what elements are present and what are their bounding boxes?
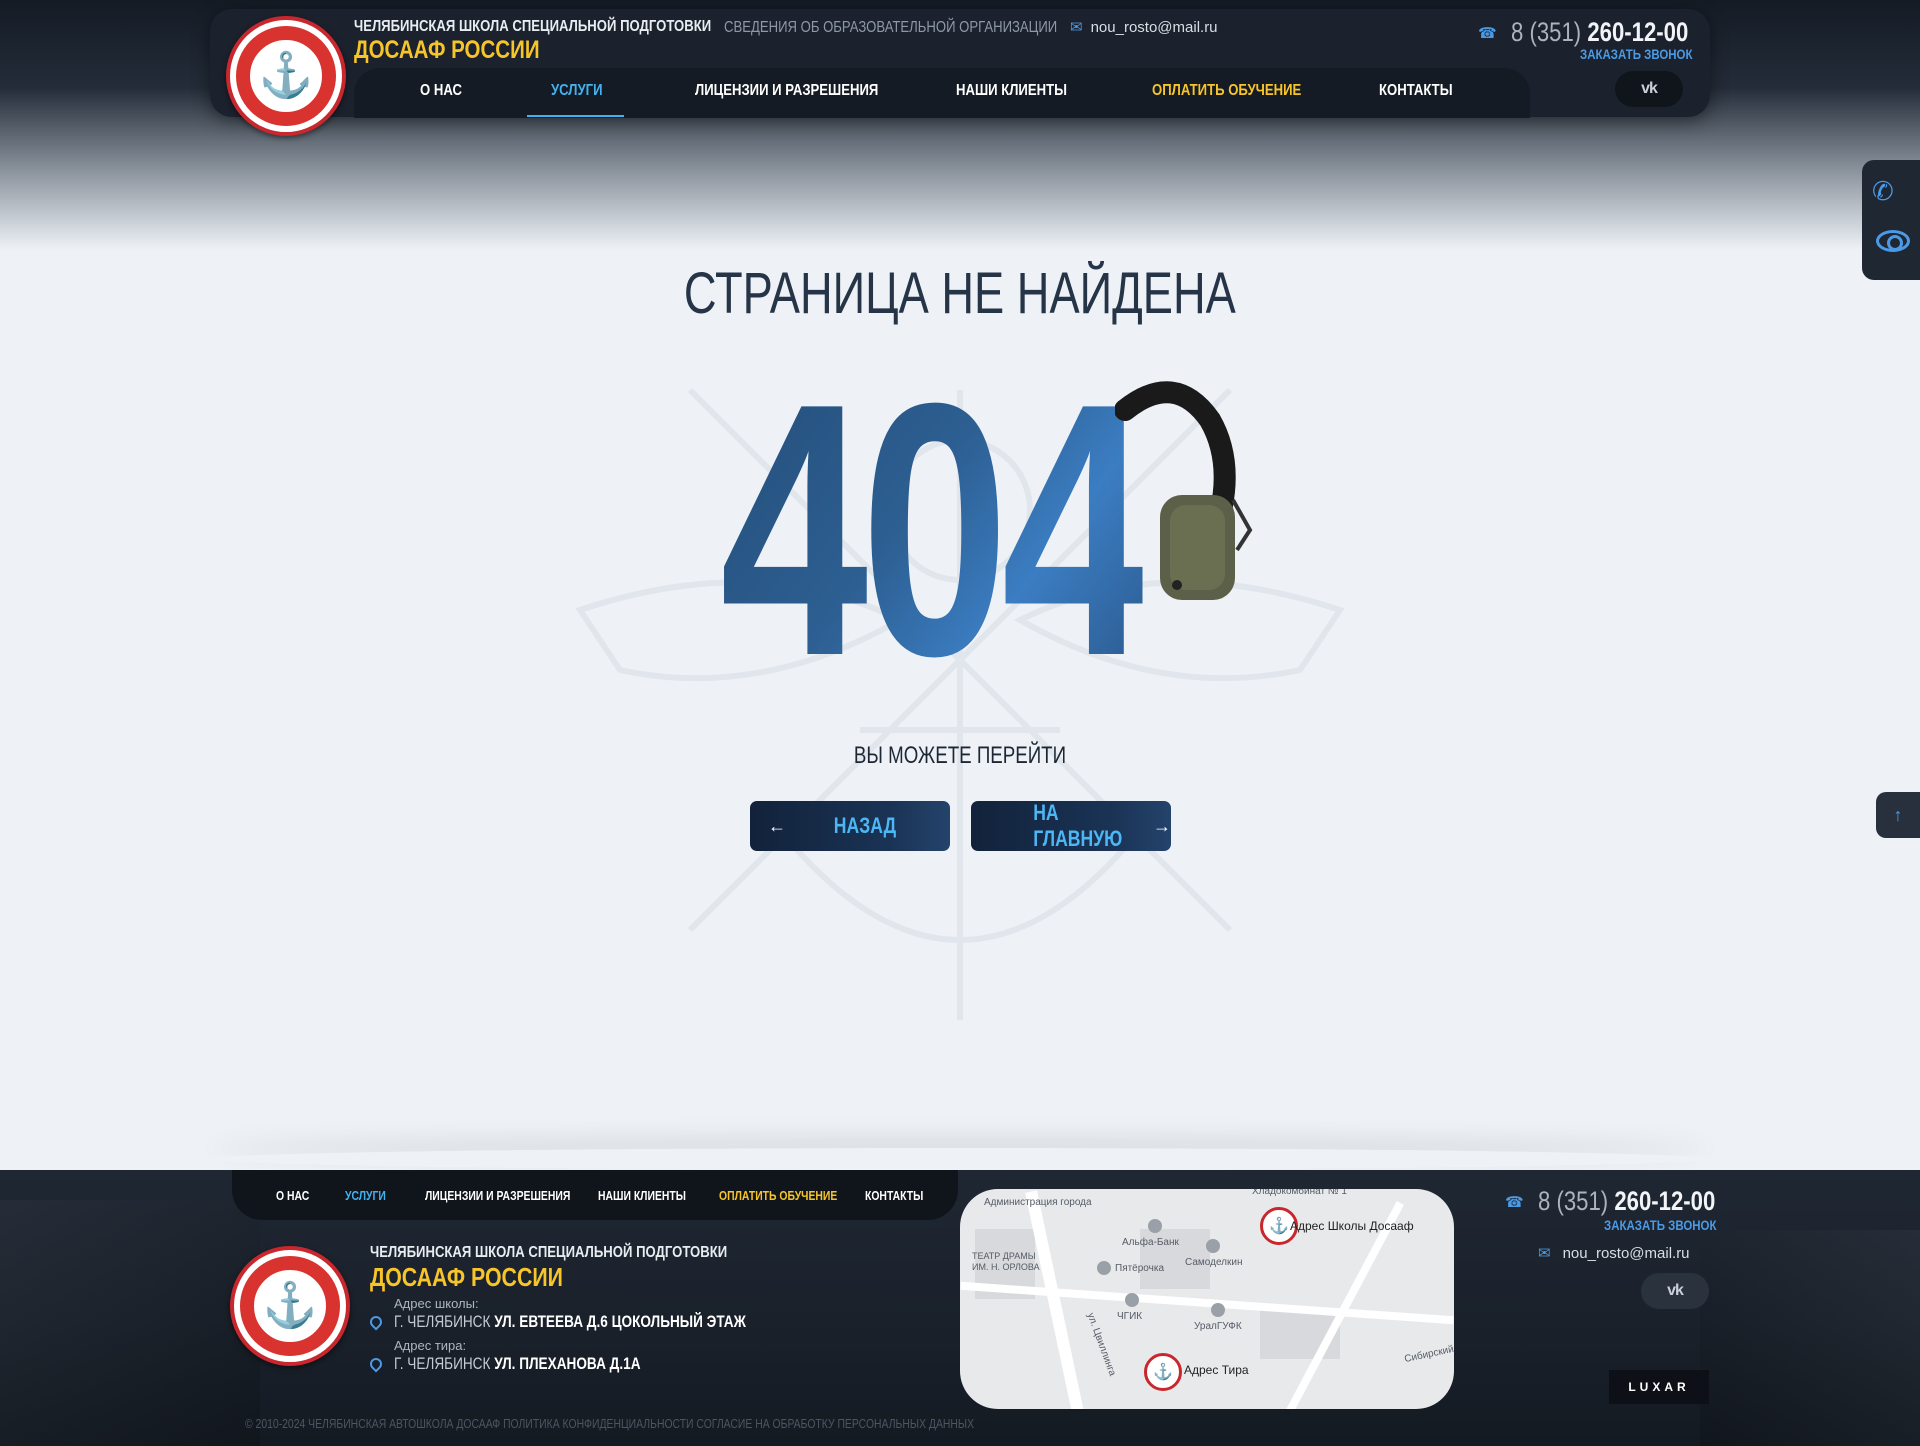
vk-icon[interactable]: vk [1641, 1273, 1709, 1309]
mail-icon: ✉ [1070, 19, 1083, 36]
nav-bar [354, 68, 1530, 118]
range-address: Г. ЧЕЛЯБИНСК УЛ. ПЛЕХАНОВА Д.1А [394, 1354, 641, 1373]
location-pin-icon [367, 1313, 385, 1331]
footer-org-name: ДОСААФ РОССИИ [370, 1262, 563, 1292]
school-address: Г. ЧЕЛЯБИНСК УЛ. ЕВТЕЕВА Д.6 ЦОКОЛЬНЫЙ Э… [394, 1312, 746, 1331]
subtitle: ВЫ МОЖЕТЕ ПЕРЕЙТИ [853, 742, 1067, 769]
range-address-label: Адрес тира: [394, 1338, 467, 1353]
phone-icon: ☎ [1505, 1193, 1524, 1211]
footer-logo[interactable]: ⚓ [230, 1246, 350, 1366]
school-name: ЧЕЛЯБИНСКАЯ ШКОЛА СПЕЦИАЛЬНОЙ ПОДГОТОВКИ [354, 18, 712, 35]
phone-icon[interactable]: ✆ [1872, 176, 1894, 207]
footer-nav-pay[interactable]: ОПЛАТИТЬ ОБУЧЕНИЕ [719, 1188, 837, 1203]
site-footer: О НАС УСЛУГИ ЛИЦЕНЗИИ И РАЗРЕШЕНИЯ НАШИ … [0, 1170, 1920, 1446]
map-label: Самоделкин [1185, 1257, 1243, 1268]
eye-icon[interactable] [1876, 230, 1910, 252]
anchor-emblem-icon: ⚓ [258, 51, 314, 100]
nav-about[interactable]: О НАС [420, 82, 462, 100]
phone-icon: ☎ [1478, 24, 1497, 42]
nav-services[interactable]: УСЛУГИ [551, 82, 603, 100]
header-phone: 8 (351) 260-12-00 [1510, 17, 1688, 47]
footer-nav-services[interactable]: УСЛУГИ [345, 1188, 386, 1203]
map-label: Хладокомбинат № 1 [1252, 1189, 1347, 1197]
footer-phone: 8 (351) 260-12-00 [1537, 1186, 1715, 1216]
header-phone-link[interactable]: ☎ 8 (351) 260-12-00 [1478, 17, 1727, 48]
map-pin-label: Адрес Школы Досааф [1290, 1219, 1414, 1233]
footer-email: nou_rosto@mail.ru [1562, 1244, 1690, 1262]
map-label: Сибирский [1403, 1343, 1454, 1366]
nav-pay[interactable]: ОПЛАТИТЬ ОБУЧЕНИЕ [1152, 82, 1301, 100]
university-icon [1211, 1303, 1225, 1317]
footer-shadow [210, 1148, 1710, 1170]
footer-nav-contacts[interactable]: КОНТАКТЫ [865, 1188, 923, 1203]
anchor-emblem-icon: ⚓ [262, 1281, 318, 1330]
nav-contacts[interactable]: КОНТАКТЫ [1379, 82, 1453, 100]
copyright-text[interactable]: © 2010-2024 ЧЕЛЯБИНСКАЯ АВТОШКОЛА ДОСААФ… [245, 1416, 974, 1431]
callback-link[interactable]: ЗАКАЗАТЬ ЗВОНОК [1580, 46, 1693, 62]
nav-active-underline [527, 115, 624, 117]
footer-nav-about[interactable]: О НАС [276, 1188, 309, 1203]
map-label: ЧГИК [1117, 1311, 1143, 1322]
arrow-left-icon: ← [768, 815, 786, 836]
store-icon [1097, 1261, 1111, 1275]
footer-phone-link[interactable]: ☎ 8 (351) 260-12-00 [1505, 1186, 1754, 1217]
scroll-up-button[interactable]: ↑ [1876, 792, 1920, 838]
university-icon [1125, 1293, 1139, 1307]
vk-icon[interactable]: vk [1615, 71, 1683, 107]
home-button[interactable]: НА ГЛАВНУЮ → [971, 800, 1171, 851]
location-pin-icon [367, 1355, 385, 1373]
map-label: УралГУФК [1194, 1321, 1242, 1332]
page-title: СТРАНИЦА НЕ НАЙДЕНА [684, 261, 1236, 326]
nav-licenses[interactable]: ЛИЦЕНЗИИ И РАЗРЕШЕНИЯ [695, 82, 878, 100]
arrow-up-icon: ↑ [1893, 804, 1903, 825]
footer-school-name: ЧЕЛЯБИНСКАЯ ШКОЛА СПЕЦИАЛЬНОЙ ПОДГОТОВКИ [370, 1244, 728, 1261]
headphones-image [1115, 381, 1253, 600]
footer-nav [232, 1170, 958, 1220]
location-map[interactable]: Администрация города Хладокомбинат № 1 А… [960, 1189, 1454, 1409]
school-address-label: Адрес школы: [394, 1296, 479, 1311]
map-label: ТЕАТР ДРАМЫ ИМ. Н. ОРЛОВА [972, 1251, 1040, 1272]
header-email: nou_rosto@mail.ru [1090, 18, 1218, 36]
map-label: Пятёрочка [1115, 1263, 1165, 1274]
map-pin-range[interactable] [1144, 1353, 1182, 1391]
bank-icon [1148, 1219, 1162, 1233]
header-email-link[interactable]: ✉ nou_rosto@mail.ru [1070, 18, 1218, 37]
map-pin-label: Адрес Тира [1184, 1363, 1249, 1377]
mail-icon: ✉ [1538, 1245, 1551, 1262]
logo[interactable]: ⚓ [226, 16, 346, 136]
store-icon [1206, 1239, 1220, 1253]
footer-nav-clients[interactable]: НАШИ КЛИЕНТЫ [598, 1188, 686, 1203]
edu-info-link[interactable]: СВЕДЕНИЯ ОБ ОБРАЗОВАТЕЛЬНОЙ ОРГАНИЗАЦИИ [724, 19, 1057, 37]
nav-clients[interactable]: НАШИ КЛИЕНТЫ [956, 82, 1067, 100]
map-label: ул. Цвиллинга [1084, 1311, 1118, 1378]
back-button[interactable]: ← НАЗАД [750, 801, 950, 851]
footer-email-link[interactable]: ✉ nou_rosto@mail.ru [1538, 1244, 1690, 1263]
footer-decoration [1700, 1230, 1920, 1446]
footer-callback-link[interactable]: ЗАКАЗАТЬ ЗВОНОК [1604, 1217, 1717, 1233]
map-label: Альфа-Банк [1122, 1237, 1179, 1248]
footer-decoration [0, 1200, 260, 1446]
footer-nav-licenses[interactable]: ЛИЦЕНЗИИ И РАЗРЕШЕНИЯ [425, 1188, 570, 1203]
arrow-right-icon: → [1153, 815, 1171, 836]
map-label: Администрация города [984, 1197, 1092, 1208]
org-name: ДОСААФ РОССИИ [354, 36, 540, 64]
developer-logo[interactable]: LUXAR [1609, 1370, 1709, 1404]
